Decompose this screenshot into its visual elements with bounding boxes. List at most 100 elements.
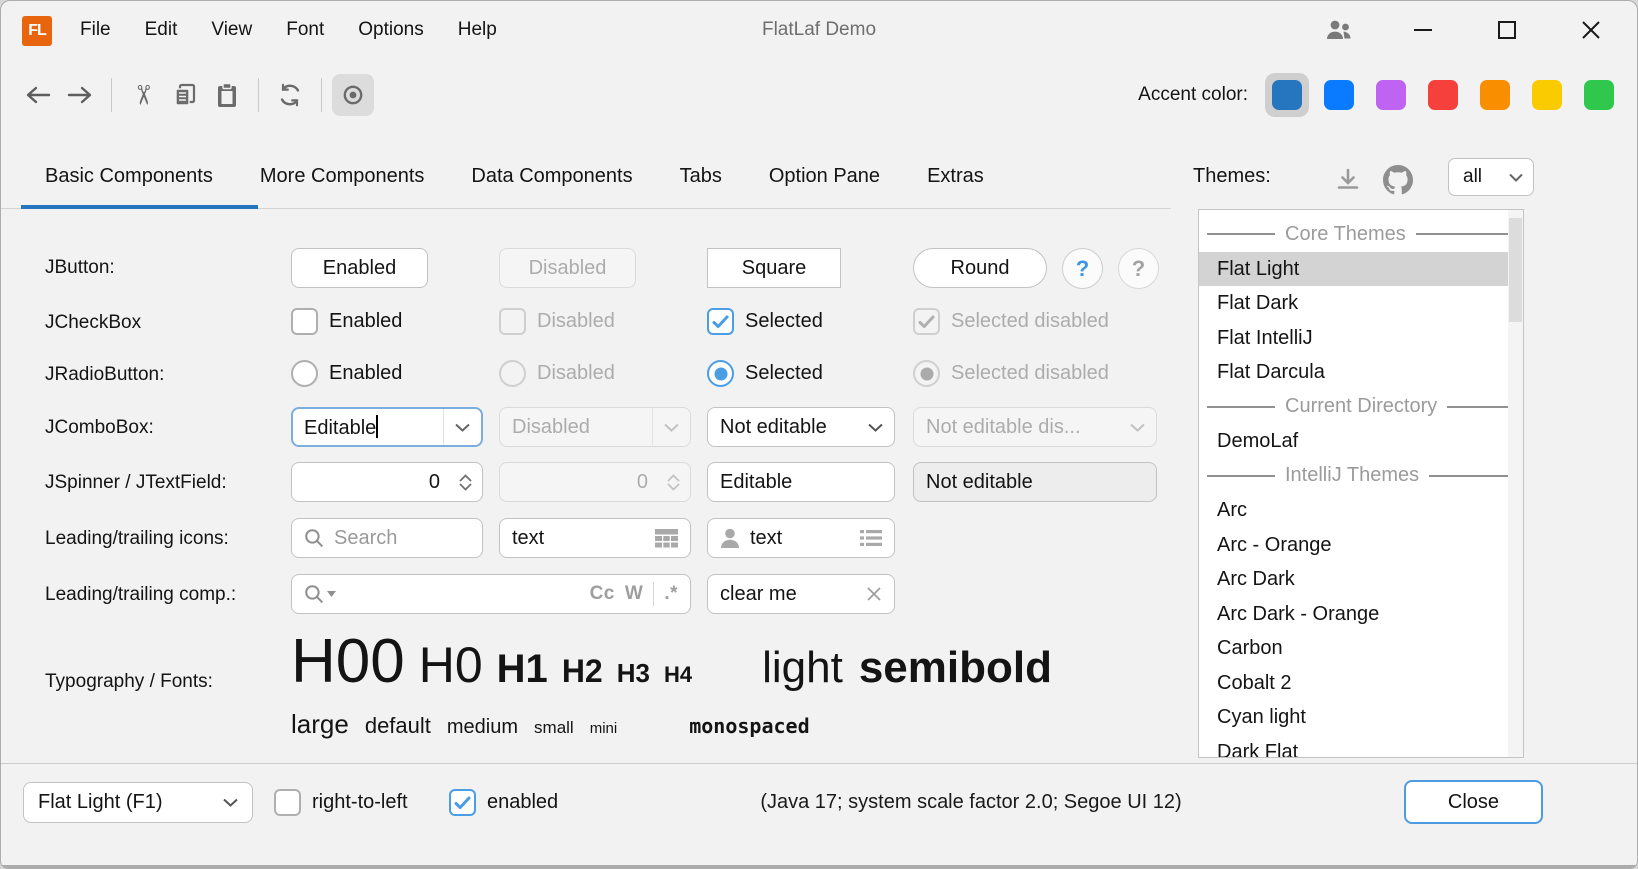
theme-item-flat-light[interactable]: Flat Light bbox=[1199, 252, 1523, 287]
chevron-down-icon[interactable] bbox=[444, 409, 481, 445]
tab-data-components[interactable]: Data Components bbox=[454, 151, 649, 206]
theme-item-carbon[interactable]: Carbon bbox=[1199, 631, 1523, 666]
theme-item-demolaf[interactable]: DemoLaf bbox=[1199, 424, 1523, 459]
theme-item-cobalt-2[interactable]: Cobalt 2 bbox=[1199, 666, 1523, 701]
not-editable-combobox[interactable]: Not editable bbox=[707, 407, 895, 447]
checkbox-selected[interactable]: Selected bbox=[707, 308, 823, 335]
not-editable-textfield: Not editable bbox=[913, 462, 1157, 502]
close-window-button[interactable] bbox=[1549, 1, 1633, 59]
toolbar-separator bbox=[111, 78, 112, 112]
combobox-value: Not editable bbox=[720, 416, 857, 439]
search-field[interactable]: Search bbox=[291, 518, 483, 558]
spinner-value[interactable]: 0 bbox=[292, 471, 448, 494]
typography-row-label: Typography / Fonts: bbox=[45, 671, 213, 693]
download-icon[interactable] bbox=[1331, 163, 1365, 197]
accent-swatch-green[interactable] bbox=[1584, 80, 1614, 110]
small-sample: small bbox=[534, 718, 574, 738]
github-icon[interactable] bbox=[1381, 163, 1415, 197]
checkbox-icon bbox=[291, 308, 318, 335]
menu-view[interactable]: View bbox=[194, 19, 269, 41]
text-caret bbox=[376, 415, 378, 438]
rtl-checkbox[interactable]: right-to-left bbox=[274, 789, 408, 816]
menu-font[interactable]: Font bbox=[269, 19, 341, 41]
accent-swatch-purple[interactable] bbox=[1376, 80, 1406, 110]
cut-icon[interactable]: ✂ bbox=[122, 74, 164, 116]
enabled-checkbox[interactable]: enabled bbox=[449, 789, 558, 816]
theme-item-flat-darcula[interactable]: Flat Darcula bbox=[1199, 355, 1523, 390]
jbutton-row-label: JButton: bbox=[45, 257, 115, 279]
h1-sample: H1 bbox=[497, 647, 548, 692]
accent-swatch-red[interactable] bbox=[1428, 80, 1458, 110]
close-button[interactable]: Close bbox=[1404, 780, 1543, 824]
paste-icon[interactable] bbox=[206, 74, 248, 116]
text-field-leading-user[interactable]: text bbox=[707, 518, 895, 558]
tab-tabs[interactable]: Tabs bbox=[663, 151, 739, 206]
clearable-field[interactable]: clear me bbox=[707, 574, 895, 614]
theme-item-arc-dark-orange[interactable]: Arc Dark - Orange bbox=[1199, 597, 1523, 632]
tab-basic-components[interactable]: Basic Components bbox=[28, 151, 230, 206]
menu-help[interactable]: Help bbox=[441, 19, 514, 41]
radio-enabled[interactable]: Enabled bbox=[291, 360, 402, 387]
theme-item-arc[interactable]: Arc bbox=[1199, 493, 1523, 528]
theme-group-separator: Current Directory bbox=[1199, 390, 1523, 425]
theme-item-cyan-light[interactable]: Cyan light bbox=[1199, 700, 1523, 735]
tab-extras[interactable]: Extras bbox=[910, 151, 1001, 206]
table-icon bbox=[655, 529, 678, 548]
checkbox-icon bbox=[499, 308, 526, 335]
theme-item-arc-orange[interactable]: Arc - Orange bbox=[1199, 528, 1523, 563]
square-button[interactable]: Square bbox=[707, 248, 841, 288]
text-field-trailing-table[interactable]: text bbox=[499, 518, 691, 558]
theme-item-flat-intellij[interactable]: Flat IntelliJ bbox=[1199, 321, 1523, 356]
checkbox-enabled[interactable]: Enabled bbox=[291, 308, 402, 335]
round-button[interactable]: Round bbox=[913, 248, 1047, 288]
editable-textfield[interactable]: Editable bbox=[707, 462, 895, 502]
back-icon[interactable] bbox=[17, 74, 59, 116]
radio-label: Disabled bbox=[537, 362, 615, 385]
menu-edit[interactable]: Edit bbox=[128, 19, 195, 41]
theme-item-arc-dark[interactable]: Arc Dark bbox=[1199, 562, 1523, 597]
user-icon bbox=[720, 528, 740, 549]
menu-list-icon bbox=[860, 529, 882, 547]
h4-sample: H4 bbox=[664, 662, 692, 688]
copy-icon[interactable] bbox=[164, 74, 206, 116]
editable-combobox[interactable]: Editable bbox=[291, 407, 483, 447]
maximize-button[interactable] bbox=[1465, 1, 1549, 59]
accent-swatch-yellow[interactable] bbox=[1532, 80, 1562, 110]
accent-swatch-orange[interactable] bbox=[1480, 80, 1510, 110]
tab-more-components[interactable]: More Components bbox=[243, 151, 442, 206]
toolbar: ✂ Accent color: bbox=[1, 71, 1637, 119]
monospaced-sample: monospaced bbox=[689, 714, 809, 738]
themes-scrollbar[interactable] bbox=[1508, 210, 1523, 757]
forward-icon[interactable] bbox=[59, 74, 101, 116]
theme-filter-value: all bbox=[1463, 166, 1482, 188]
clear-icon[interactable] bbox=[866, 586, 882, 602]
menu-options[interactable]: Options bbox=[341, 19, 440, 41]
accent-swatch-blue-dark[interactable] bbox=[1272, 80, 1302, 110]
enabled-button[interactable]: Enabled bbox=[291, 248, 428, 288]
theme-item-flat-dark[interactable]: Flat Dark bbox=[1199, 286, 1523, 321]
spinner-arrows[interactable] bbox=[448, 463, 482, 501]
regex-button[interactable]: .* bbox=[664, 583, 678, 605]
refresh-icon[interactable] bbox=[269, 74, 311, 116]
users-icon[interactable] bbox=[1297, 1, 1381, 59]
help-button[interactable]: ? bbox=[1062, 248, 1103, 289]
accent-swatch-blue[interactable] bbox=[1324, 80, 1354, 110]
theme-item-dark-flat[interactable]: Dark Flat bbox=[1199, 735, 1523, 759]
radio-selected[interactable]: Selected bbox=[707, 360, 823, 387]
themes-scrollbar-thumb[interactable] bbox=[1509, 218, 1522, 322]
spinner[interactable]: 0 bbox=[291, 462, 483, 502]
laf-combobox[interactable]: Flat Light (F1) bbox=[23, 782, 253, 823]
search-with-options-field[interactable]: Cc W .* bbox=[291, 574, 691, 614]
minimize-button[interactable] bbox=[1381, 1, 1465, 59]
match-case-button[interactable]: Cc bbox=[590, 583, 615, 605]
eye-icon[interactable] bbox=[332, 74, 374, 116]
status-text: (Java 17; system scale factor 2.0; Segoe… bbox=[701, 782, 1241, 823]
tab-option-pane[interactable]: Option Pane bbox=[752, 151, 897, 206]
whole-word-button[interactable]: W bbox=[625, 583, 643, 605]
checkbox-checked-icon bbox=[707, 308, 734, 335]
chevron-down-icon[interactable] bbox=[857, 408, 894, 446]
search-dropdown-icon[interactable] bbox=[304, 584, 336, 604]
theme-filter-combobox[interactable]: all bbox=[1448, 158, 1534, 196]
menu-file[interactable]: File bbox=[63, 19, 128, 41]
jcheckbox-row-label: JCheckBox bbox=[45, 312, 141, 334]
